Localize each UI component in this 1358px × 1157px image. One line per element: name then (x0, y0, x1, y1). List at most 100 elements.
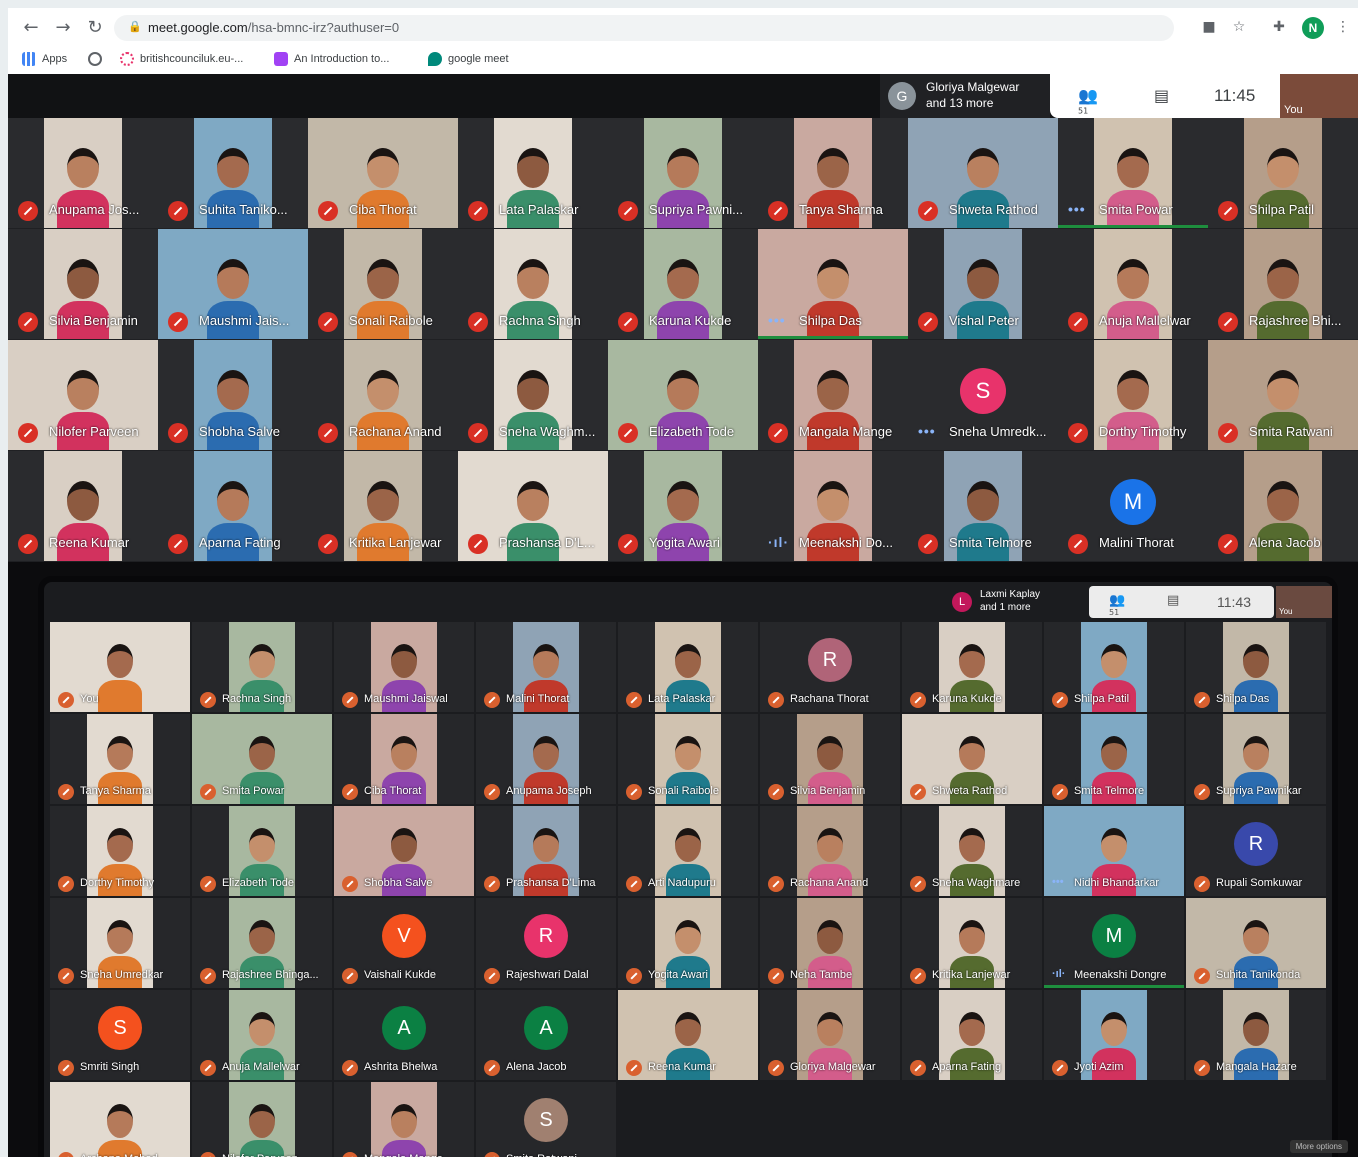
participant-tile-photo-anupama-joseph[interactable]: Anupama Joseph (476, 714, 616, 804)
participant-tile-photo-ciba-thorat[interactable]: Ciba Thorat (334, 714, 474, 804)
back-icon[interactable]: ← (20, 17, 42, 39)
participant-tile-karuna-kukde[interactable]: Karuna Kukde (608, 229, 758, 339)
participant-tile-supriya-pawni[interactable]: Supriya Pawni... (608, 118, 758, 228)
participant-tile-malini-thorat[interactable]: M Malini Thorat (1058, 451, 1208, 561)
active-speaker-chip[interactable]: G Gloriya Malgewar and 13 more (880, 74, 1050, 118)
participant-tile-photo-yogita-awari[interactable]: Yogita Awari (618, 898, 758, 988)
participant-tile-photo-shweta-rathod[interactable]: Shweta Rathod (902, 714, 1042, 804)
participant-tile-photo-silvia-benjamin[interactable]: Silvia Benjamin (760, 714, 900, 804)
participant-tile-photo-smita-telmore[interactable]: Smita Telmore (1044, 714, 1184, 804)
participant-tile-photo-smriti-singh[interactable]: S Smriti Singh (50, 990, 190, 1080)
bookmark-apps[interactable]: Apps (22, 50, 67, 68)
participant-tile-aparna-fating[interactable]: Aparna Fating (158, 451, 308, 561)
participant-tile-photo-anuja-mallelwar[interactable]: Anuja Mallelwar (192, 990, 332, 1080)
participant-tile-photo-you[interactable]: You (50, 622, 190, 712)
participant-tile-shilpa-das[interactable]: ••• Shilpa Das (758, 229, 908, 339)
participant-tile-yogita-awari[interactable]: Yogita Awari (608, 451, 758, 561)
participant-tile-lata-palaskar[interactable]: Lata Palaskar (458, 118, 608, 228)
address-url[interactable]: meet.google.com/hsa-bmnc-irz?authuser=0 (148, 20, 399, 35)
star-icon[interactable]: ☆ (1230, 18, 1248, 36)
participant-tile-alena-jacob[interactable]: Alena Jacob (1208, 451, 1358, 561)
participant-tile-photo-vaishali-kukde[interactable]: V Vaishali Kukde (334, 898, 474, 988)
participant-tile-photo-tanya-sharma[interactable]: Tanya Sharma (50, 714, 190, 804)
participant-tile-sneha-waghm[interactable]: Sneha Waghm... (458, 340, 608, 450)
participant-tile-mangala-mange[interactable]: Mangala Mange (758, 340, 908, 450)
participant-tile-smita-ratwani[interactable]: Smita Ratwani (1208, 340, 1358, 450)
participant-tile-photo-ashrita-bhelwa[interactable]: A Ashrita Bhelwa (334, 990, 474, 1080)
bookmark-introduction[interactable]: An Introduction to... (274, 50, 389, 68)
forward-icon[interactable]: → (52, 17, 74, 39)
participant-tile-photo-nilofer-parveen[interactable]: Nilofer Parveen (192, 1082, 332, 1157)
participant-tile-photo-karuna-kukde[interactable]: Karuna Kukde (902, 622, 1042, 712)
bookmark-google-meet[interactable]: google meet (428, 50, 509, 68)
kebab-menu-icon[interactable]: ⋮ (1334, 18, 1352, 36)
chat-icon[interactable]: ▤ (1167, 593, 1191, 613)
participant-tile-reena-kumar[interactable]: Reena Kumar (8, 451, 158, 561)
participant-tile-rajashree-bhi[interactable]: Rajashree Bhi... (1208, 229, 1358, 339)
participant-tile-photo-supriya-pawnikar[interactable]: Supriya Pawnikar (1186, 714, 1326, 804)
participant-tile-photo-reena-kumar[interactable]: Reena Kumar (618, 990, 758, 1080)
participant-tile-rachna-singh[interactable]: Rachna Singh (458, 229, 608, 339)
participant-tile-maushmi-jais[interactable]: Maushmi Jais... (158, 229, 308, 339)
participant-tile-photo-shilpa-patil[interactable]: Shilpa Patil (1044, 622, 1184, 712)
participant-tile-photo-rajeshwari-dalal[interactable]: R Rajeshwari Dalal (476, 898, 616, 988)
self-view-tile[interactable]: You (1280, 74, 1358, 118)
address-bar[interactable]: 🔒 meet.google.com/hsa-bmnc-irz?authuser=… (114, 15, 1174, 41)
participant-tile-photo-sonali-raibole[interactable]: Sonali Raibole (618, 714, 758, 804)
participant-tile-shobha-salve[interactable]: Shobha Salve (158, 340, 308, 450)
participant-tile-photo-archana-mahod[interactable]: Archana Mahod (50, 1082, 190, 1157)
participant-tile-anupama-jos[interactable]: Anupama Jos... (8, 118, 158, 228)
camera-icon[interactable]: ■ (1200, 18, 1218, 36)
participant-tile-photo-meenakshi-dongre[interactable]: M ·ıl· Meenakshi Dongre (1044, 898, 1184, 988)
participant-tile-nilofer-parveen[interactable]: Nilofer Parveen (8, 340, 158, 450)
participant-tile-sneha-umredk[interactable]: S ••• Sneha Umredk... (908, 340, 1058, 450)
active-speaker-chip-photo[interactable]: L Laxmi Kaplay and 1 more (950, 586, 1090, 618)
participant-tile-photo-suhita-tanikonda[interactable]: Suhita Tanikonda (1186, 898, 1326, 988)
participant-tile-photo-prashansa-d-lima[interactable]: Prashansa D'Lima (476, 806, 616, 896)
profile-avatar[interactable]: N (1302, 17, 1324, 39)
participant-tile-photo-smita-powar[interactable]: Smita Powar (192, 714, 332, 804)
participant-tile-photo-rachana-anand[interactable]: Rachana Anand (760, 806, 900, 896)
participant-tile-photo-rajashree-bhinga[interactable]: Rajashree Bhinga... (192, 898, 332, 988)
participant-tile-photo-rachna-singh[interactable]: Rachna Singh (192, 622, 332, 712)
participant-tile-photo-mangala-mange[interactable]: Mangala Mange (334, 1082, 474, 1157)
participant-tile-photo-rachana-thorat[interactable]: R Rachana Thorat (760, 622, 900, 712)
more-options-button[interactable]: More options (1289, 1140, 1348, 1153)
participant-tile-photo-elizabeth-tode[interactable]: Elizabeth Tode (192, 806, 332, 896)
puzzle-icon[interactable]: ✚ (1270, 18, 1288, 36)
participant-tile-kritika-lanjewar[interactable]: Kritika Lanjewar (308, 451, 458, 561)
participant-tile-photo-maushmi-jaiswal[interactable]: Maushmi Jaiswal (334, 622, 474, 712)
participant-tile-photo-sneha-waghmare[interactable]: Sneha Waghmare (902, 806, 1042, 896)
participant-tile-photo-neha-tambe[interactable]: Neha Tambe (760, 898, 900, 988)
participant-tile-photo-aparna-fating[interactable]: Aparna Fating (902, 990, 1042, 1080)
participant-tile-sonali-raibole[interactable]: Sonali Raibole (308, 229, 458, 339)
participant-tile-photo-jyoti-azim[interactable]: Jyoti Azim (1044, 990, 1184, 1080)
participant-tile-shweta-rathod[interactable]: Shweta Rathod (908, 118, 1058, 228)
participant-tile-photo-dorthy-timothy[interactable]: Dorthy Timothy (50, 806, 190, 896)
participant-tile-photo-malini-thorat[interactable]: Malini Thorat (476, 622, 616, 712)
participant-tile-photo-arti-nadupuru[interactable]: Arti Nadupuru (618, 806, 758, 896)
participant-tile-dorthy-timothy[interactable]: Dorthy Timothy (1058, 340, 1208, 450)
participant-tile-photo-nidhi-bhandarkar[interactable]: ••• Nidhi Bhandarkar (1044, 806, 1184, 896)
participant-tile-photo-smita-ratwani[interactable]: S Smita Ratwani (476, 1082, 616, 1157)
people-icon[interactable]: 👥51 (1078, 86, 1102, 116)
participant-tile-rachana-anand[interactable]: Rachana Anand (308, 340, 458, 450)
participant-tile-photo-gloriya-malgewar[interactable]: Gloriya Malgewar (760, 990, 900, 1080)
bookmark-britishcouncil[interactable]: britishcounciluk.eu-... (120, 50, 243, 68)
participant-tile-anuja-mallelwar[interactable]: Anuja Mallelwar (1058, 229, 1208, 339)
participant-tile-photo-mangala-hazare[interactable]: Mangala Hazare (1186, 990, 1326, 1080)
participant-tile-smita-powar[interactable]: ••• Smita Powar (1058, 118, 1208, 228)
participant-tile-photo-shobha-salve[interactable]: Shobha Salve (334, 806, 474, 896)
participant-tile-photo-rupali-somkuwar[interactable]: R Rupali Somkuwar (1186, 806, 1326, 896)
participant-tile-elizabeth-tode[interactable]: Elizabeth Tode (608, 340, 758, 450)
participant-tile-shilpa-patil[interactable]: Shilpa Patil (1208, 118, 1358, 228)
globe-bookmark[interactable] (88, 50, 102, 68)
participant-tile-vishal-peter[interactable]: Vishal Peter (908, 229, 1058, 339)
participant-tile-prashansa-d-l[interactable]: Prashansa D'L... (458, 451, 608, 561)
participant-tile-photo-kritika-lanjewar[interactable]: Kritika Lanjewar (902, 898, 1042, 988)
participant-tile-photo-lata-palaskar[interactable]: Lata Palaskar (618, 622, 758, 712)
reload-icon[interactable]: ↻ (84, 17, 106, 39)
chat-icon[interactable]: ▤ (1154, 86, 1178, 106)
participant-tile-smita-telmore[interactable]: Smita Telmore (908, 451, 1058, 561)
self-view-tile-photo[interactable]: You (1276, 586, 1332, 618)
